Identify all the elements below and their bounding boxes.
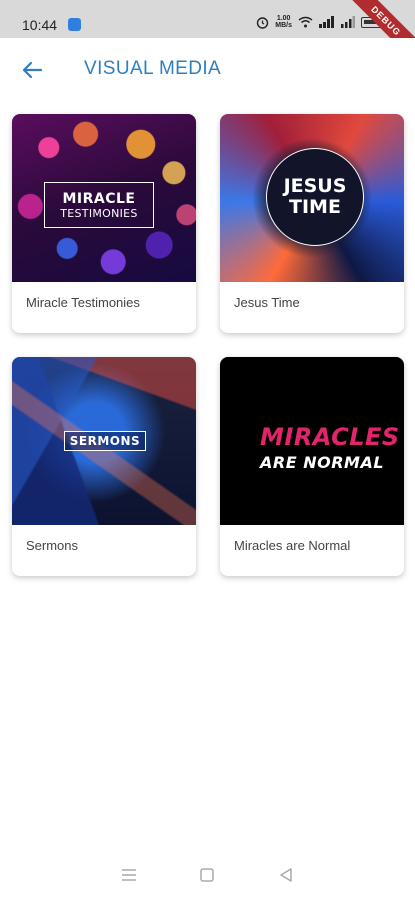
signal-icon-2 [341,16,355,28]
thumbnail-text: SERMONS [64,431,146,451]
wifi-icon [298,16,313,28]
media-card-sermons[interactable]: SERMONS Sermons [12,357,196,576]
thumbnail-text: MIRACLES [260,423,400,451]
media-thumbnail: MIRACLES ARE NORMAL [220,357,404,525]
status-icons: 1.00 MB/s [256,15,383,29]
media-thumbnail: MIRACLE TESTIMONIES [12,114,196,282]
home-square-icon [200,868,215,882]
alarm-icon [257,16,269,29]
notification-icon [68,18,81,31]
media-grid: MIRACLE TESTIMONIES Miracle Testimonies … [12,114,404,576]
thumbnail-text: TESTIMONIES [60,206,138,220]
back-button[interactable] [18,56,46,84]
arrow-left-icon [22,61,43,79]
media-thumbnail: JESUS TIME [220,114,404,282]
thumbnail-text: ARE NORMAL [260,453,385,472]
media-card-miracle-testimonies[interactable]: MIRACLE TESTIMONIES Miracle Testimonies [12,114,196,333]
home-button[interactable] [195,863,219,887]
app-bar: VISUAL MEDIA [0,38,415,102]
card-title: Sermons [26,538,79,553]
card-title: Miracle Testimonies [26,295,140,310]
menu-button[interactable] [117,863,141,887]
thumbnail-text: JESUS [283,175,347,197]
thumbnail-text: TIME [289,196,341,218]
thumbnail-title-circle: JESUS TIME [266,148,364,246]
menu-icon [122,869,137,881]
status-bar: 10:44 1.00 MB/s DEBUG [0,0,415,67]
media-card-miracles-are-normal[interactable]: MIRACLES ARE NORMAL Miracles are Normal [220,357,404,576]
page-title: VISUAL MEDIA [84,58,222,79]
thumbnail-title-box: MIRACLE TESTIMONIES [44,182,154,228]
network-speed: 1.00 MB/s [275,15,292,29]
system-back-button[interactable] [274,863,298,887]
media-thumbnail: SERMONS [12,357,196,525]
card-title: Miracles are Normal [234,538,351,553]
back-triangle-icon [280,868,292,882]
signal-icon [319,16,334,28]
card-title: Jesus Time [234,295,300,310]
status-time: 10:44 [22,17,58,33]
thumbnail-text: MIRACLE [62,190,136,207]
media-card-jesus-time[interactable]: JESUS TIME Jesus Time [220,114,404,333]
system-nav-bar [0,850,415,900]
